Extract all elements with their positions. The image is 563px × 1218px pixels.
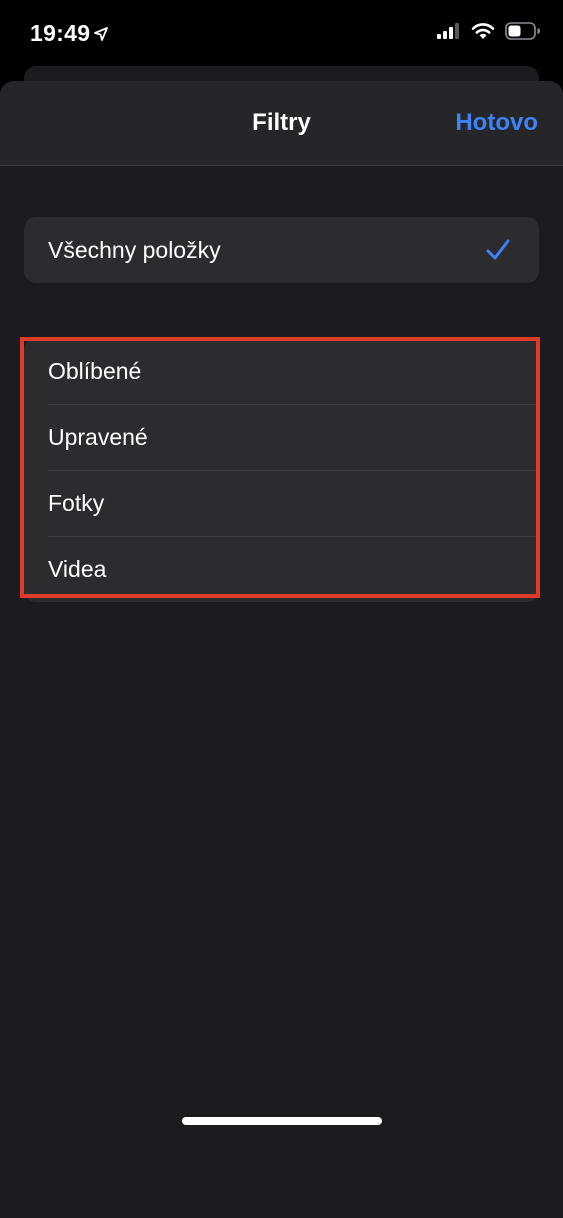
battery-icon	[505, 22, 540, 40]
filter-options-group: Oblíbené Upravené Fotky Videa	[24, 338, 539, 602]
time-label: 19:49	[30, 20, 91, 46]
filter-option-videos[interactable]: Videa	[24, 536, 539, 602]
filter-option-photos[interactable]: Fotky	[24, 470, 539, 536]
filters-sheet: Filtry Hotovo Všechny položky Oblíbené U…	[0, 81, 563, 1218]
filter-option-all-items[interactable]: Všechny položky	[24, 217, 539, 283]
done-button[interactable]: Hotovo	[455, 109, 538, 137]
filter-option-label: Videa	[48, 555, 107, 582]
status-icons	[437, 22, 541, 40]
cellular-signal-icon	[437, 23, 459, 39]
all-items-group: Všechny položky	[24, 217, 539, 283]
wifi-icon	[471, 23, 495, 39]
filter-option-label: Všechny položky	[48, 236, 221, 263]
home-indicator[interactable]	[182, 1117, 382, 1125]
filter-option-favorites[interactable]: Oblíbené	[24, 338, 539, 404]
status-bar: 19:49	[0, 0, 563, 66]
checkmark-icon	[486, 239, 510, 260]
filter-option-label: Fotky	[48, 489, 105, 516]
filter-option-edited[interactable]: Upravené	[24, 404, 539, 470]
filter-option-label: Oblíbené	[48, 357, 142, 384]
sheet-navigation-bar: Filtry Hotovo	[0, 81, 563, 166]
status-time: 19:49	[30, 20, 109, 47]
location-arrow-icon	[94, 26, 109, 41]
filter-option-label: Upravené	[48, 423, 148, 450]
